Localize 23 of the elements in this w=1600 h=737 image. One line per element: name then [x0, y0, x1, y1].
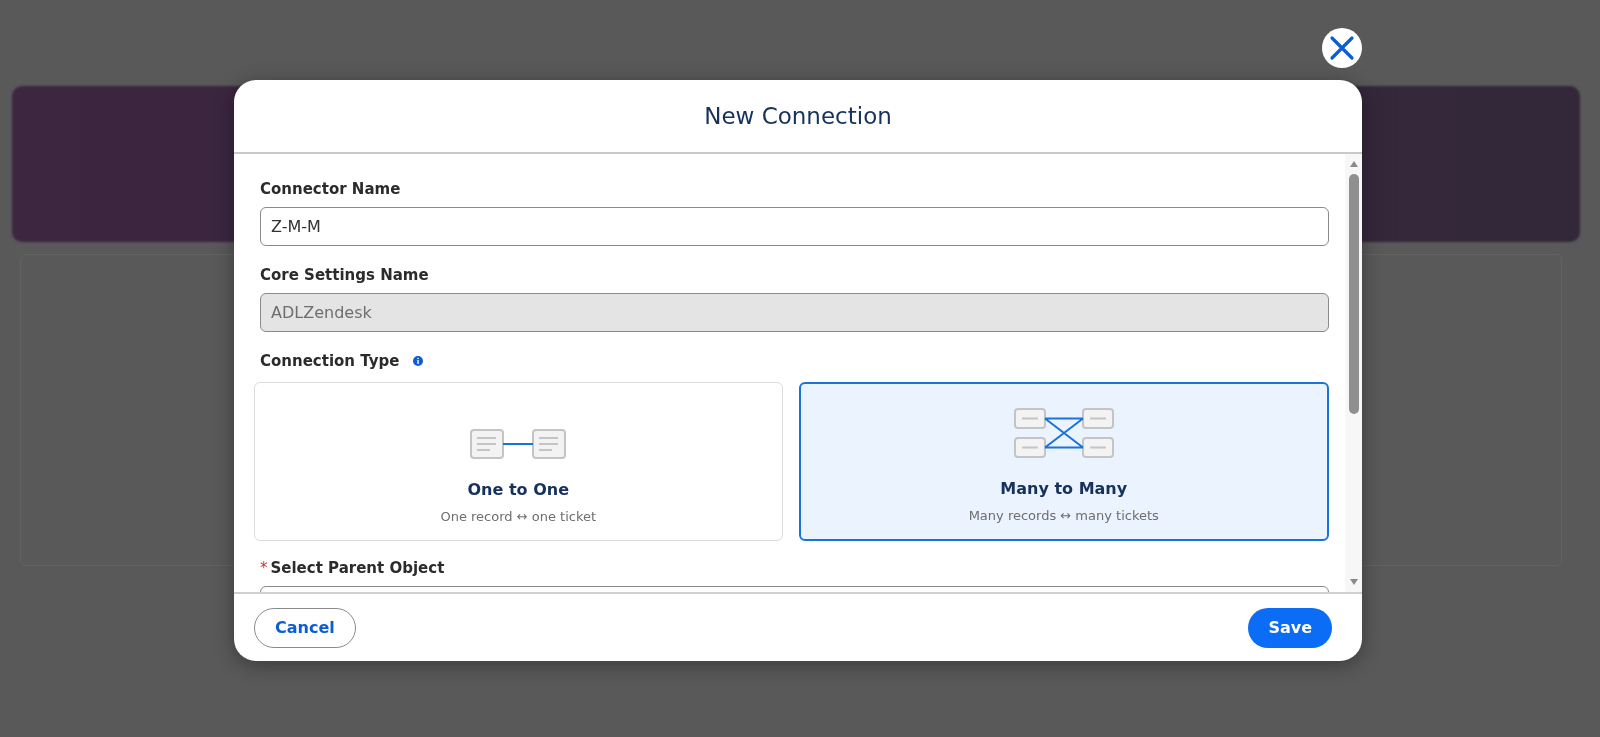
info-icon[interactable]	[413, 356, 424, 366]
close-icon	[1329, 35, 1355, 61]
required-mark: *	[260, 559, 268, 577]
field-label: Connection Type	[260, 352, 400, 370]
dialog-title: New Connection	[704, 103, 892, 129]
option-description: One record ↔ one ticket	[440, 509, 597, 524]
option-title: One to One	[467, 480, 569, 499]
many-to-many-icon	[1013, 407, 1114, 459]
close-button[interactable]	[1322, 28, 1362, 68]
option-title: Many to Many	[1000, 479, 1128, 498]
dialog-button[interactable]: Save	[1248, 607, 1332, 648]
one-to-one-icon	[470, 428, 567, 460]
field-label: Connector Name	[260, 180, 402, 198]
field-label: Core Settings Name	[260, 266, 430, 284]
option-card[interactable]: One to One One record ↔ one ticket	[254, 382, 783, 541]
dialog-button[interactable]: Cancel	[254, 607, 356, 648]
option-description: Many records ↔ many tickets	[968, 508, 1159, 523]
field-label: Select Parent Object	[270, 559, 445, 577]
scrollbar[interactable]	[1345, 154, 1362, 592]
scroll-up-icon[interactable]	[1348, 160, 1359, 168]
option-card[interactable]: Many to Many Many records ↔ many tickets	[798, 382, 1329, 541]
text-field[interactable]: Z-M-M	[260, 207, 1329, 246]
scroll-down-icon[interactable]	[1348, 578, 1359, 586]
